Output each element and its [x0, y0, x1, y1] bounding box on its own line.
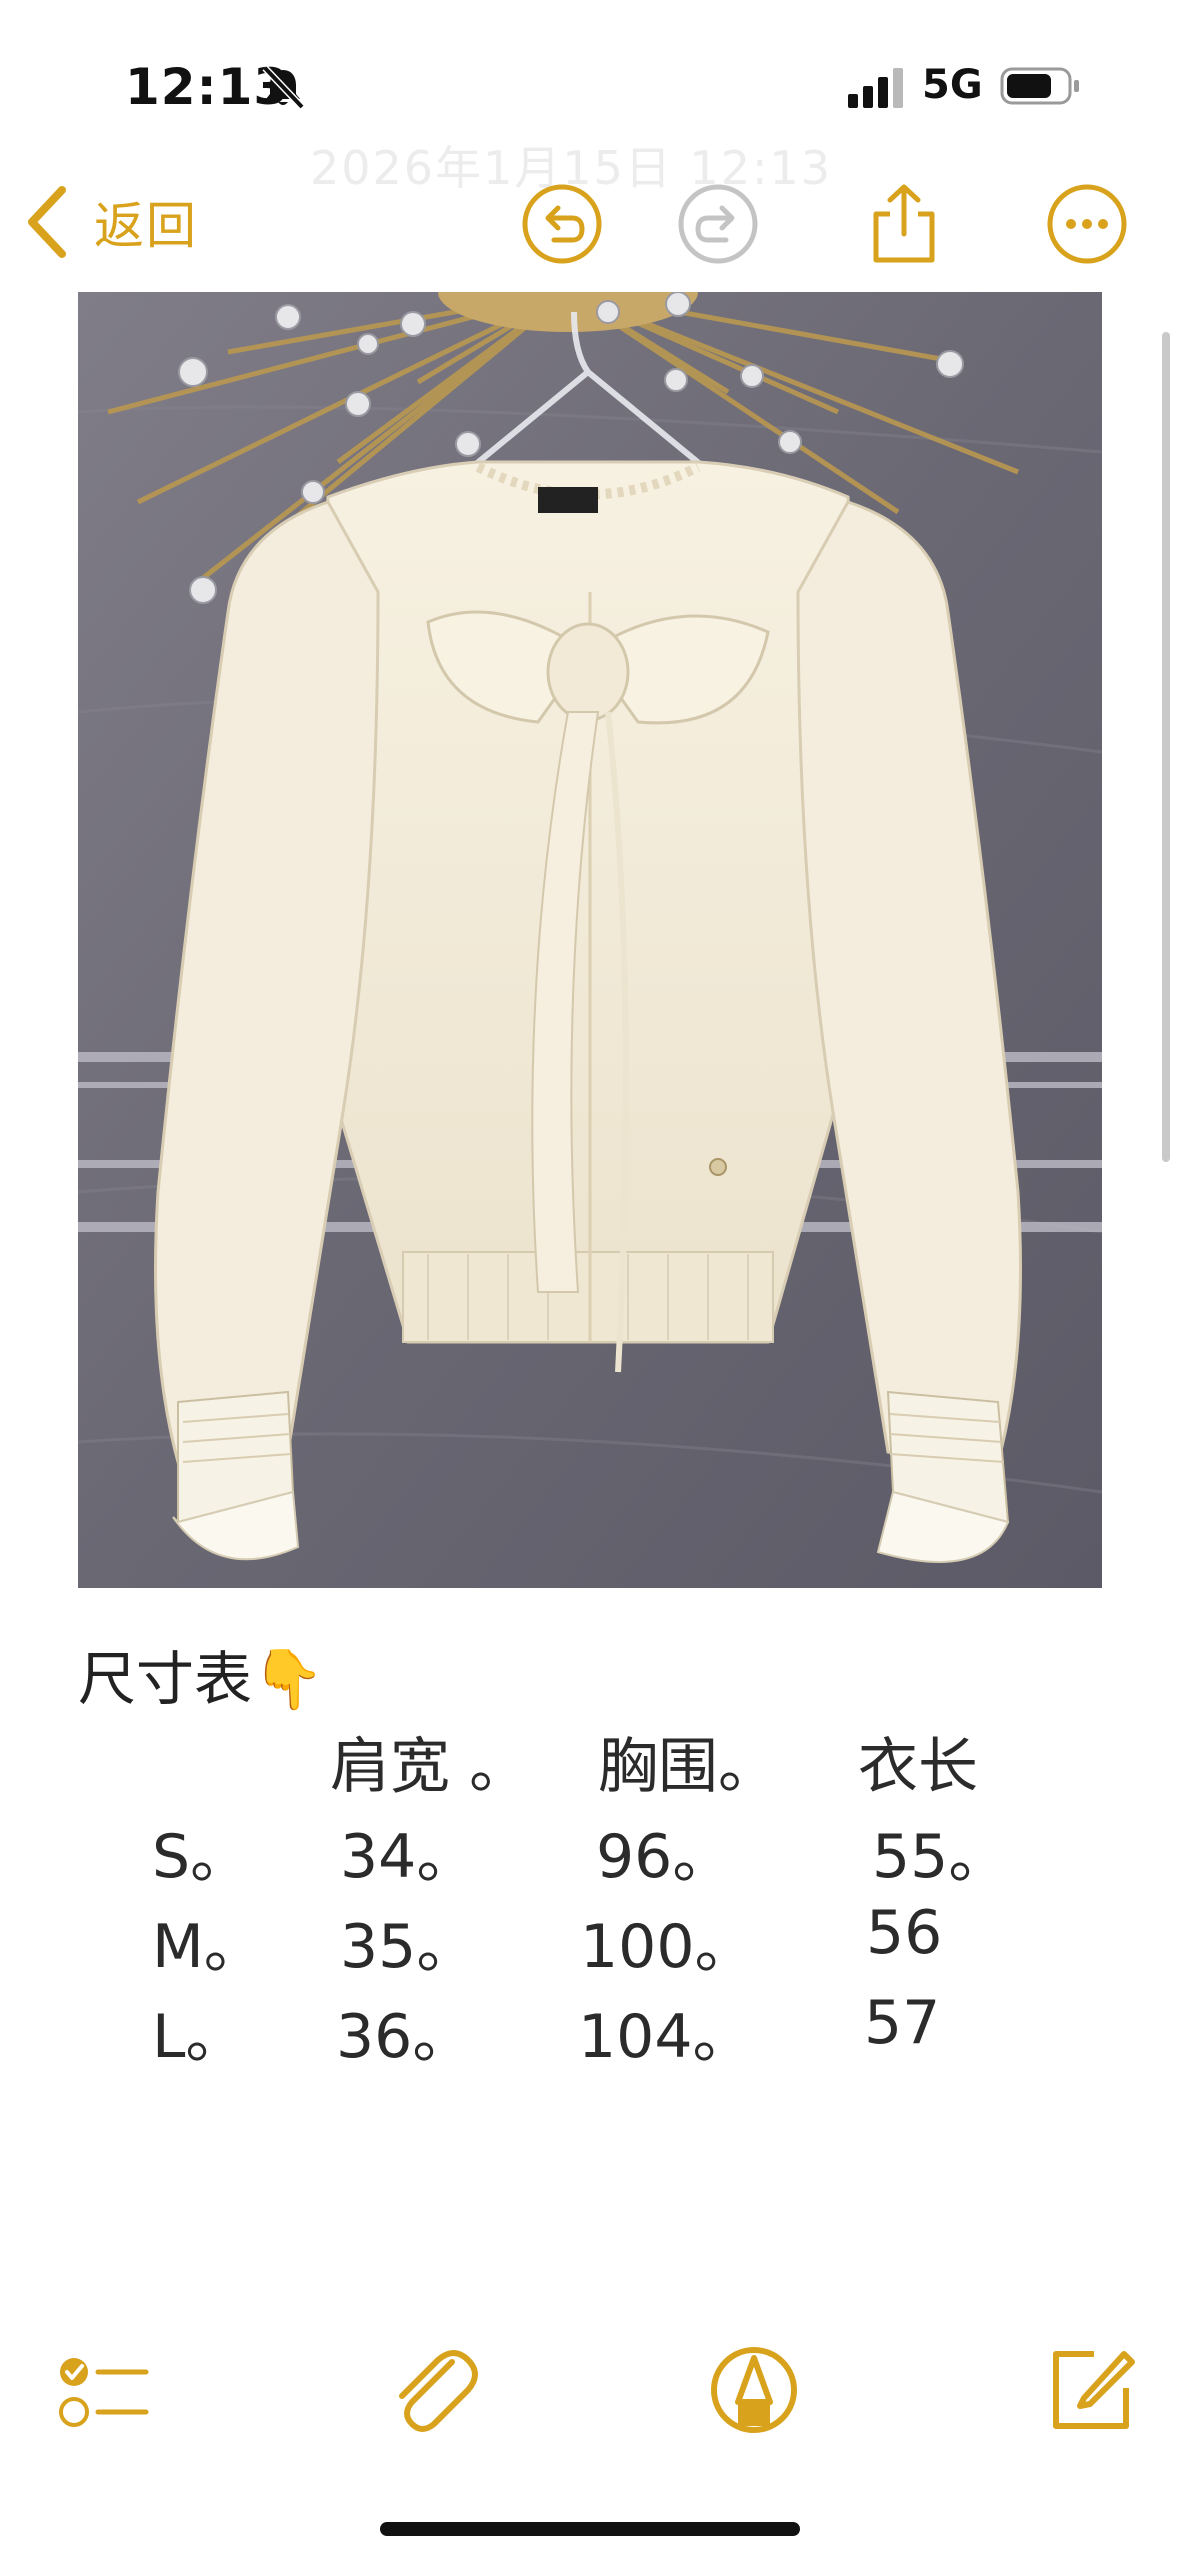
chevron-left-icon: [28, 186, 66, 258]
markup-icon[interactable]: [704, 2340, 804, 2440]
share-icon[interactable]: [862, 182, 946, 266]
back-label: 返回: [94, 197, 198, 255]
table-cell-shoulder: 36。: [336, 2002, 473, 2072]
bell-slash-icon: [262, 65, 305, 110]
cellular-signal-icon: [848, 68, 903, 108]
table-header-chest: 胸围。: [598, 1732, 778, 1802]
checklist-icon[interactable]: [52, 2340, 152, 2440]
compose-icon[interactable]: [1040, 2340, 1140, 2440]
more-icon[interactable]: [1045, 182, 1129, 266]
undo-icon[interactable]: [520, 182, 604, 266]
table-cell-shoulder: 35。: [340, 1912, 477, 1982]
network-type: 5G: [922, 62, 983, 108]
table-header-length: 衣长: [858, 1732, 978, 1802]
table-cell-chest: 104。: [578, 2002, 753, 2072]
table-cell-chest: 96。: [596, 1822, 733, 1892]
home-indicator[interactable]: [380, 2522, 800, 2536]
table-cell-size: S。: [152, 1822, 251, 1892]
back-button[interactable]: 返回: [24, 182, 198, 262]
table-cell-length: 57: [864, 1988, 941, 2058]
note-heading: 尺寸表👇: [78, 1645, 325, 1713]
garment-image: [78, 292, 1102, 1588]
redo-icon[interactable]: [676, 182, 760, 266]
scroll-indicator[interactable]: [1162, 332, 1170, 1162]
table-cell-size: M。: [152, 1912, 264, 1982]
table-cell-length: 56: [866, 1898, 943, 1968]
table-cell-length: 55。: [872, 1822, 1009, 1892]
table-cell-size: L。: [152, 2002, 246, 2072]
note-photo[interactable]: [78, 292, 1102, 1588]
table-cell-shoulder: 34。: [340, 1822, 477, 1892]
table-header-shoulder: 肩宽 。: [330, 1732, 530, 1802]
battery-icon: [1000, 67, 1079, 105]
paperclip-icon[interactable]: [382, 2340, 482, 2440]
status-bar: 12:13 5G: [0, 0, 1179, 150]
table-cell-chest: 100。: [580, 1912, 755, 1982]
